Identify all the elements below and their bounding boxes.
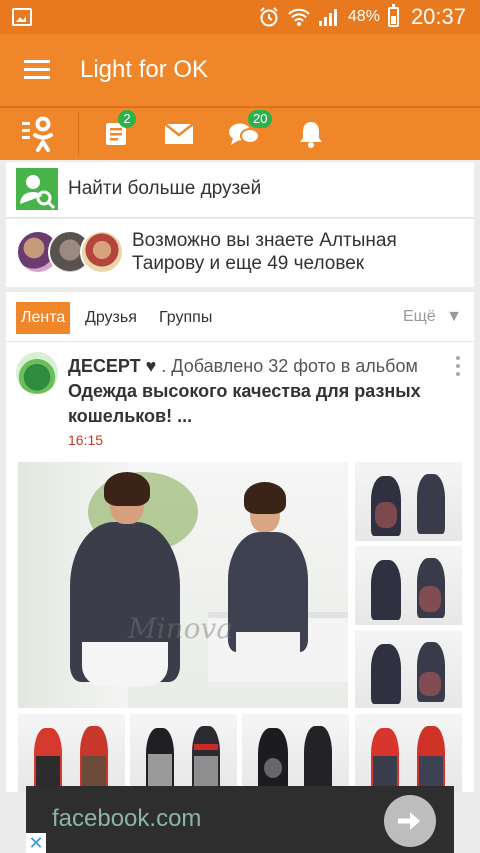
find-friends-row[interactable]: Найти больше друзей [6,162,474,218]
gallery-notification-icon [12,8,32,26]
alarm-icon [258,6,280,28]
post-author-name[interactable]: ДЕСЕРТ ♥ [68,356,156,376]
menu-icon[interactable] [24,60,50,80]
post-photo-thumb[interactable] [130,714,237,792]
post-photo-thumb[interactable] [242,714,349,792]
post-time: 16:15 [68,432,104,448]
toolbar-divider [78,112,79,156]
find-friends-label: Найти больше друзей [68,178,262,199]
app-bar: Light for OK [0,34,480,108]
messages-button[interactable] [162,108,196,160]
post-photo-thumb[interactable] [355,546,462,625]
ok-logo-icon[interactable] [14,108,64,160]
tab-friends[interactable]: Друзья [80,302,142,334]
post-header: ДЕСЕРТ ♥ . Добавлено 32 фото в альбом Од… [68,354,448,429]
photo-watermark: Minova [128,612,234,645]
more-tabs-dropdown[interactable]: Ещё ▼ [403,308,462,326]
discussions-button[interactable]: 20 [226,108,273,160]
post-menu-icon[interactable] [456,356,460,376]
wifi-icon [288,6,310,28]
post-action-text: . Добавлено 32 фото в альбом [156,356,418,376]
feed-tabs: Лента Друзья Группы Ещё ▼ [6,292,474,342]
post-photo-thumb[interactable] [355,714,462,792]
tab-groups[interactable]: Группы [154,302,217,334]
post-photo-thumb[interactable] [355,462,462,541]
battery-icon [387,4,399,27]
dropdown-arrow-icon: ▼ [446,308,462,325]
bell-icon [300,122,322,148]
clock: 20:37 [410,4,466,29]
ad-open-button[interactable] [384,795,436,847]
suggested-avatars [16,230,128,274]
post-photo-thumb[interactable] [355,630,462,708]
avatar [80,230,124,274]
status-bar: 48% 20:37 [0,0,480,34]
find-friends-icon [16,168,58,210]
notifications-button[interactable] [296,108,326,160]
people-you-may-know-row[interactable]: Возможно вы знаете Алтыная Таирову и еще… [6,219,474,287]
post-author-avatar[interactable] [16,352,58,394]
app-title: Light for OK [80,56,209,83]
mail-icon [164,123,194,144]
ad-text: facebook.com [52,805,202,832]
arrow-right-icon [398,812,420,830]
toolbar: 2 20 [0,108,480,160]
discussions-badge: 20 [248,110,273,128]
post-photo-main[interactable]: Minova [18,462,348,708]
tab-feed[interactable]: Лента [16,302,71,334]
ad-banner[interactable]: facebook.com [26,786,454,853]
battery-percent: 48% [347,8,380,25]
more-tabs-label: Ещё [402,308,436,325]
events-button[interactable]: 2 [98,108,136,160]
signal-icon [318,6,340,28]
adchoices-close-icon[interactable]: ✕ [26,833,46,853]
post-album-link[interactable]: Одежда высокого качества для разных коше… [68,381,421,426]
events-badge: 2 [118,110,136,128]
suggestions-text: Возможно вы знаете Алтыная Таирову и еще… [132,230,397,274]
feed-card: Лента Друзья Группы Ещё ▼ ДЕСЕРТ ♥ . Доб… [6,292,474,792]
post-photo-thumb[interactable] [18,714,125,792]
